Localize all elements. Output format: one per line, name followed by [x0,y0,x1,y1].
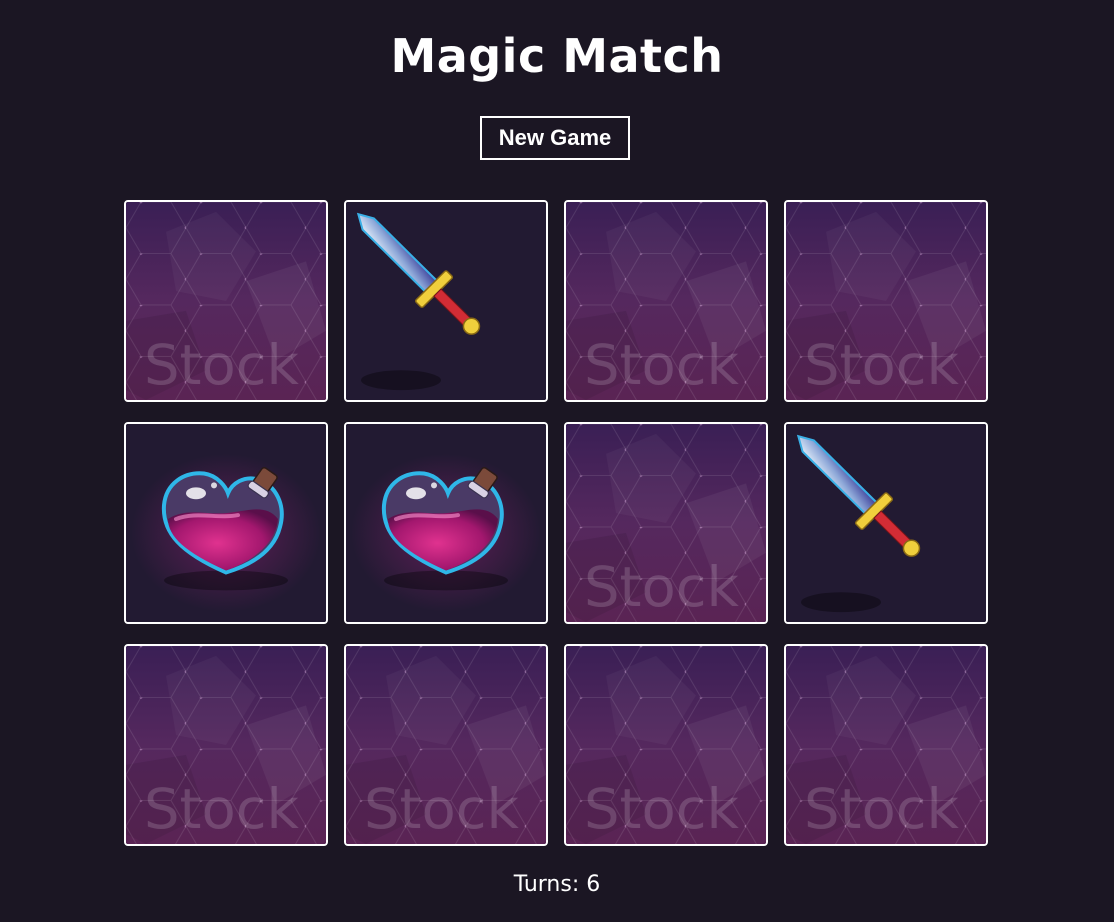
card-back-pattern: Stock [126,646,326,844]
card-back-pattern: Stock [566,646,766,844]
page-title: Magic Match [390,29,724,83]
card-face[interactable] [124,422,328,624]
card-watermark: Stock [804,333,960,398]
card-back[interactable]: Stock [344,644,548,846]
new-game-button[interactable]: New Game [480,116,630,160]
card-watermark: Stock [804,777,960,842]
card-face[interactable] [784,422,988,624]
potion-icon [346,424,546,622]
card-watermark: Stock [584,777,740,842]
card-watermark: Stock [364,777,520,842]
card-back[interactable]: Stock [564,422,768,624]
card-back-pattern: Stock [786,202,986,400]
card-watermark: Stock [144,777,300,842]
turns-counter: Turns: 6 [513,872,601,897]
card-grid: Stock Stock Stock Stock Stock Stock Stoc… [124,200,990,848]
card-watermark: Stock [584,333,740,398]
card-face[interactable] [344,200,548,402]
card-back[interactable]: Stock [564,644,768,846]
card-back-pattern: Stock [346,646,546,844]
card-watermark: Stock [144,333,300,398]
card-back[interactable]: Stock [124,200,328,402]
card-back[interactable]: Stock [564,200,768,402]
card-back[interactable]: Stock [784,200,988,402]
card-back-pattern: Stock [566,424,766,622]
card-back-pattern: Stock [786,646,986,844]
card-back-pattern: Stock [126,202,326,400]
card-back[interactable]: Stock [784,644,988,846]
card-face[interactable] [344,422,548,624]
potion-icon [126,424,326,622]
sword-icon [786,424,986,622]
card-back[interactable]: Stock [124,644,328,846]
card-back-pattern: Stock [566,202,766,400]
sword-icon [346,202,546,400]
card-watermark: Stock [584,555,740,620]
